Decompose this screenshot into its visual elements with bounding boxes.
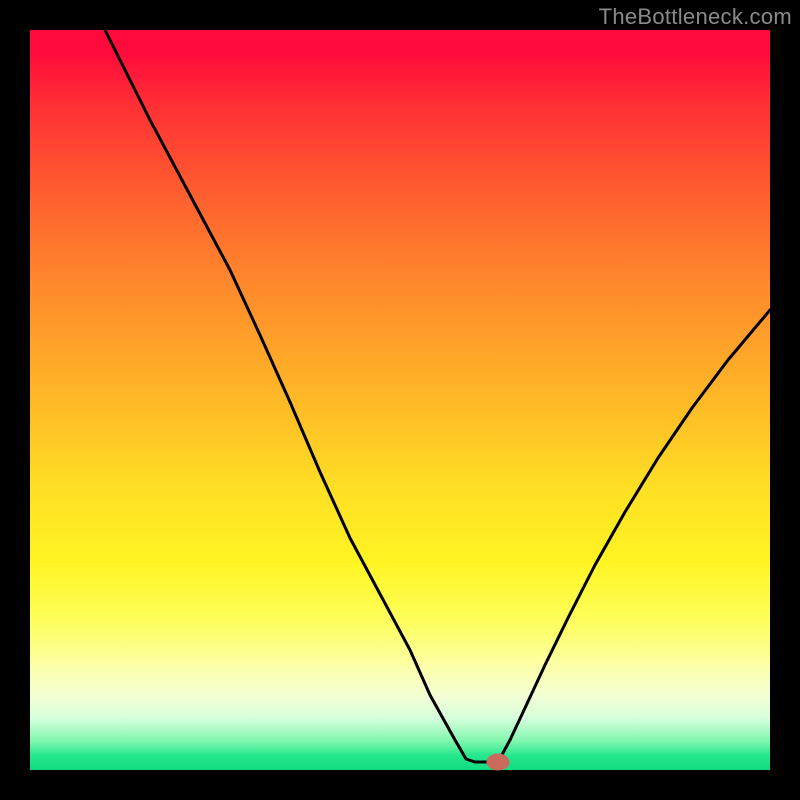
watermark-text: TheBottleneck.com <box>599 4 792 30</box>
plot-area <box>30 30 770 770</box>
chart-frame: TheBottleneck.com <box>0 0 800 800</box>
curve-svg <box>30 30 770 770</box>
curve-right <box>498 310 770 762</box>
curve-left <box>105 30 498 762</box>
min-marker <box>487 754 509 770</box>
